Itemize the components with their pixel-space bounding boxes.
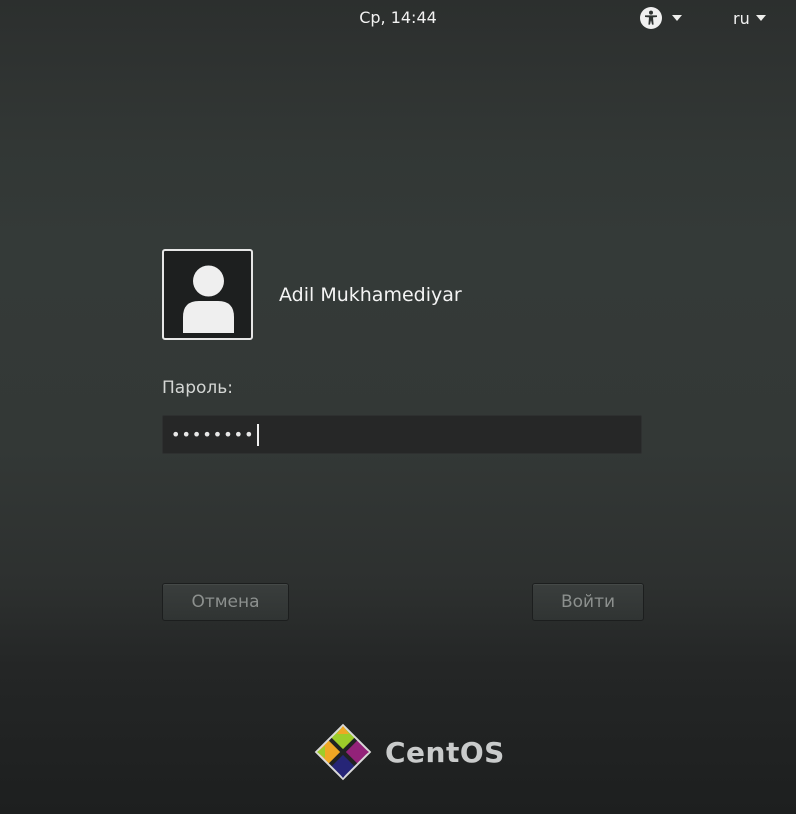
login-panel: Adil Mukhamediyar Пароль: •••••••• [162, 249, 644, 454]
user-icon [183, 265, 234, 333]
sign-in-button[interactable]: Войти [532, 583, 644, 621]
accessibility-icon [640, 7, 662, 29]
password-value: •••••••• [171, 425, 255, 444]
language-code: ru [733, 8, 750, 28]
text-cursor [256, 423, 259, 446]
chevron-down-icon [755, 15, 766, 21]
avatar [162, 249, 253, 340]
username: Adil Mukhamediyar [279, 283, 462, 306]
cancel-button[interactable]: Отмена [162, 583, 289, 621]
password-field[interactable]: •••••••• [162, 415, 642, 454]
chevron-down-icon [672, 15, 682, 21]
centos-branding: CentOS [313, 722, 505, 782]
password-label: Пароль: [162, 378, 234, 398]
top-bar: Ср, 14:44 ru [0, 0, 796, 36]
centos-logo-icon [314, 723, 372, 781]
accessibility-menu[interactable] [640, 6, 682, 30]
language-menu[interactable]: ru [733, 6, 766, 30]
centos-logo-text: CentOS [385, 735, 505, 769]
user-entry[interactable]: Adil Mukhamediyar [162, 249, 644, 340]
